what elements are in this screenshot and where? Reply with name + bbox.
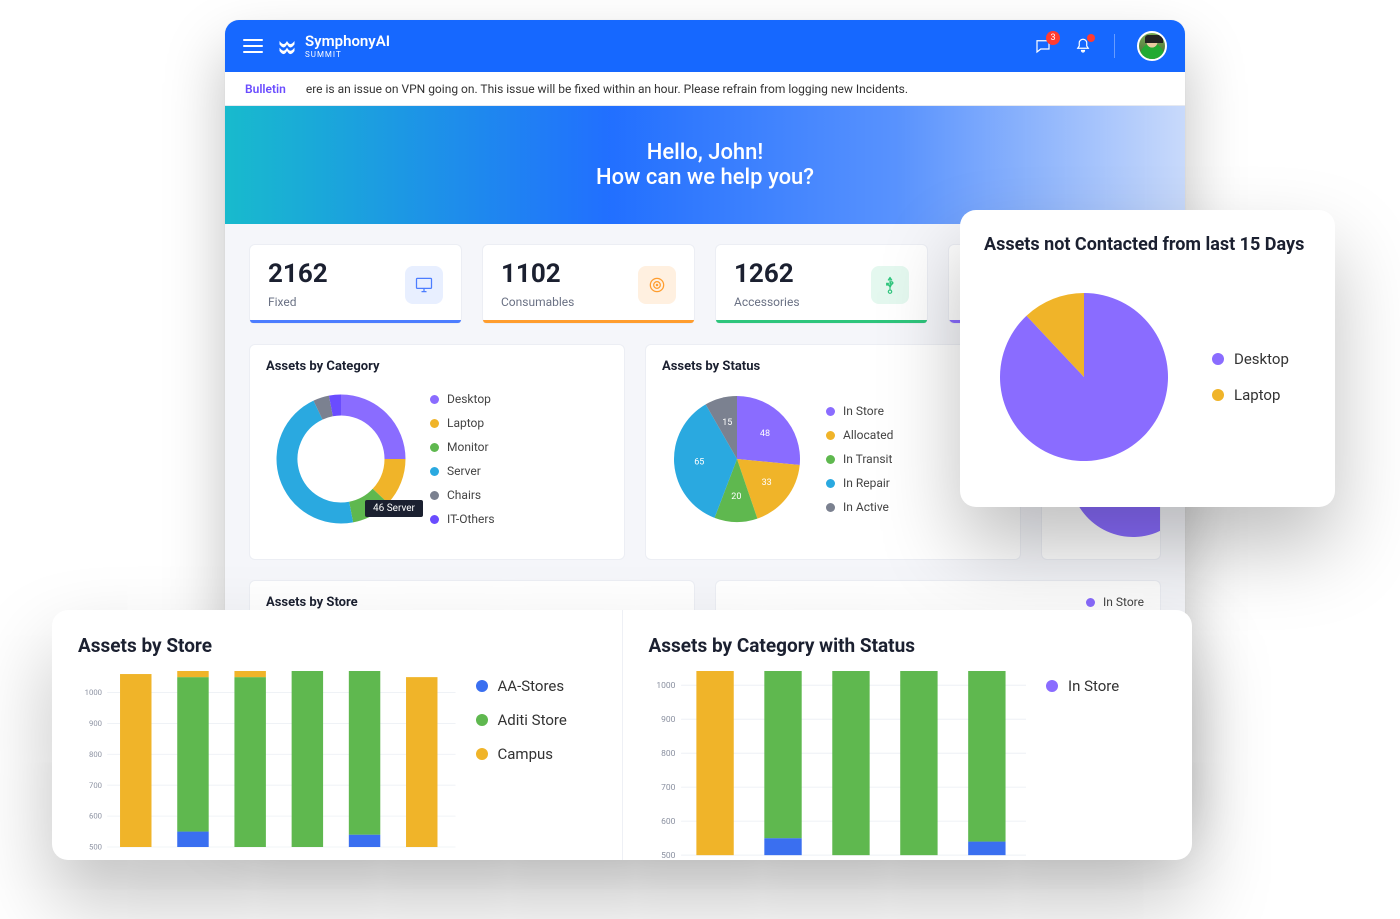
usb-icon xyxy=(871,266,909,304)
panel-title: Assets by Store xyxy=(78,634,596,657)
svg-text:600: 600 xyxy=(89,812,102,821)
hero-banner: Hello, John! How can we help you? xyxy=(225,106,1185,224)
svg-text:500: 500 xyxy=(661,851,676,860)
menu-icon[interactable] xyxy=(243,39,263,53)
monitor-icon xyxy=(405,266,443,304)
brand-name: SymphonyAI xyxy=(305,34,390,49)
pie-chart[interactable] xyxy=(984,277,1184,477)
legend-item: In Transit xyxy=(826,452,893,466)
legend-item: IT-Others xyxy=(430,512,495,526)
chart-legend: Desktop Laptop Monitor Server Chairs IT-Other… xyxy=(430,392,495,526)
bulletin-message: ere is an issue on VPN going on. This is… xyxy=(306,82,908,96)
panel-assets-by-category-with-status: Assets by Category with Status 500 600 700… xyxy=(622,610,1193,860)
kpi-value: 2162 xyxy=(268,261,328,287)
panel-assets-by-category: Assets by Category Desktop Laptop Monitor S… xyxy=(249,344,625,560)
legend-item: Desktop xyxy=(430,392,495,406)
overlay-bottom-charts: Assets by Store 500 600 700 800 900 1000 AA-S… xyxy=(52,610,1192,860)
user-avatar[interactable] xyxy=(1137,31,1167,61)
panel-title: Assets by Store xyxy=(266,595,678,610)
kpi-card-fixed[interactable]: 2162 Fixed xyxy=(249,244,462,324)
app-header: SymphonyAI SUMMIT 3 xyxy=(225,20,1185,72)
legend-item: Laptop xyxy=(1212,386,1289,404)
legend-item: Campus xyxy=(476,745,596,763)
legend-item: Server xyxy=(430,464,495,478)
brand-logo-icon xyxy=(277,36,297,56)
chart-legend: In Store xyxy=(1046,671,1166,860)
bar-chart[interactable]: 500 600 700 800 900 1000 xyxy=(78,671,456,860)
bulletin-bar: Bulletin ere is an issue on VPN going on… xyxy=(225,72,1185,106)
svg-text:15: 15 xyxy=(722,418,732,428)
legend-item: In Store xyxy=(1086,595,1144,609)
svg-text:48: 48 xyxy=(760,429,770,439)
legend-item: Chairs xyxy=(430,488,495,502)
kpi-value: 1262 xyxy=(734,261,800,287)
legend-item: Monitor xyxy=(430,440,495,454)
kpi-card-consumables[interactable]: 1102 Consumables xyxy=(482,244,695,324)
legend-item: Aditi Store xyxy=(476,711,596,729)
legend-item: AA-Stores xyxy=(476,677,596,695)
divider xyxy=(1114,34,1115,58)
legend-item: Allocated xyxy=(826,428,893,442)
brand-subtitle: SUMMIT xyxy=(305,51,390,59)
kpi-value: 1102 xyxy=(501,261,574,287)
pie-chart[interactable]: 48 33 20 65 15 xyxy=(662,384,812,534)
legend-item: In Repair xyxy=(826,476,893,490)
bulletin-label: Bulletin xyxy=(245,82,286,96)
svg-text:20: 20 xyxy=(731,492,741,502)
hero-greeting: Hello, John! xyxy=(647,140,763,165)
chart-legend: Desktop Laptop xyxy=(1212,350,1289,404)
bar-chart[interactable]: 500 600 700 800 900 1000 xyxy=(649,671,1027,860)
panel-title: Assets by Category with Status xyxy=(649,634,1167,657)
legend-item: Laptop xyxy=(430,416,495,430)
legend-item: In Store xyxy=(1046,677,1166,695)
kpi-label: Fixed xyxy=(268,295,328,309)
notification-badge: 3 xyxy=(1046,31,1060,45)
chart-legend: In Store Allocated In Transit In Repair In A… xyxy=(826,404,893,514)
overlay-title: Assets not Contacted from last 15 Days xyxy=(984,234,1311,255)
chart-tooltip: 46 Server xyxy=(365,500,423,517)
chart-legend: AA-Stores Aditi Store Campus xyxy=(476,671,596,860)
chart-legend: In Store xyxy=(1086,595,1144,609)
legend-item: Desktop xyxy=(1212,350,1289,368)
kpi-label: Consumables xyxy=(501,295,574,309)
header-actions: 3 xyxy=(1034,31,1167,61)
svg-text:65: 65 xyxy=(694,457,704,467)
svg-text:33: 33 xyxy=(762,478,772,488)
brand[interactable]: SymphonyAI SUMMIT xyxy=(277,34,390,59)
svg-text:1000: 1000 xyxy=(85,688,102,697)
svg-text:500: 500 xyxy=(89,843,102,852)
hero-subtitle: How can we help you? xyxy=(596,165,814,190)
legend-item: In Store xyxy=(826,404,893,418)
svg-text:700: 700 xyxy=(661,783,676,793)
panel-title: Assets by Category xyxy=(266,359,608,374)
svg-text:600: 600 xyxy=(661,817,676,827)
svg-text:800: 800 xyxy=(89,750,102,759)
legend-item: In Active xyxy=(826,500,893,514)
chat-notifications-button[interactable]: 3 xyxy=(1034,37,1052,55)
kpi-card-accessories[interactable]: 1262 Accessories xyxy=(715,244,928,324)
svg-text:900: 900 xyxy=(661,715,676,725)
svg-text:1000: 1000 xyxy=(656,681,675,691)
panel-title: Assets by Status xyxy=(662,359,1004,374)
alert-dot xyxy=(1087,34,1095,42)
target-icon xyxy=(638,266,676,304)
panel-assets-by-store-large: Assets by Store 500 600 700 800 900 1000 AA-S… xyxy=(52,610,622,860)
overlay-assets-not-contacted: Assets not Contacted from last 15 Days D… xyxy=(960,210,1335,507)
svg-text:700: 700 xyxy=(89,781,102,790)
svg-text:900: 900 xyxy=(89,719,102,728)
alerts-button[interactable] xyxy=(1074,37,1092,55)
svg-text:800: 800 xyxy=(661,749,676,759)
kpi-label: Accessories xyxy=(734,295,800,309)
